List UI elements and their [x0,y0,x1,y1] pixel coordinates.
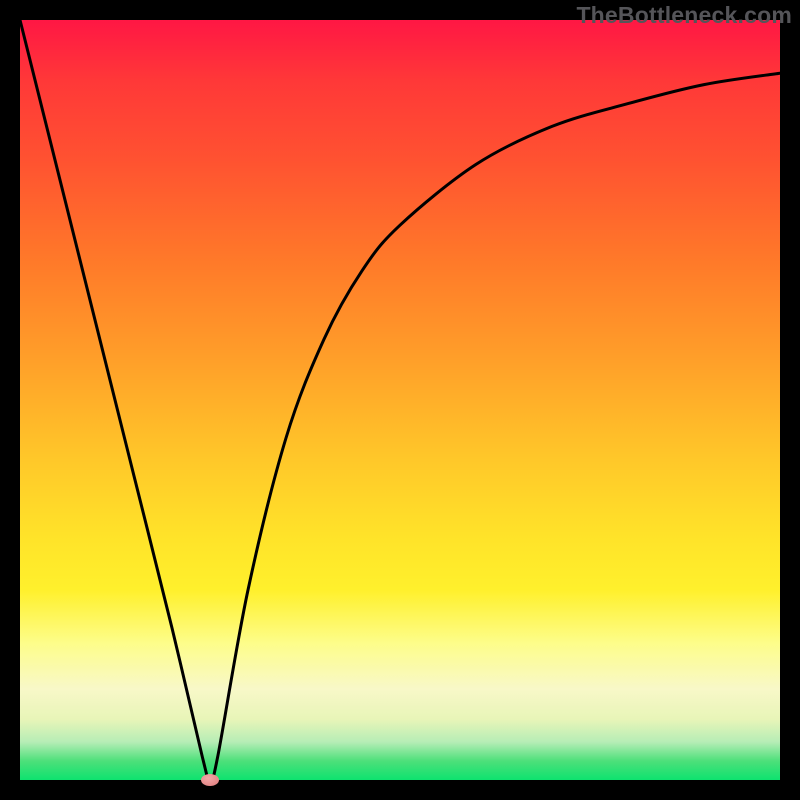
optimal-point-marker [201,774,219,786]
chart-frame [20,20,780,780]
watermark-text: TheBottleneck.com [576,2,792,29]
bottleneck-curve [20,20,780,780]
